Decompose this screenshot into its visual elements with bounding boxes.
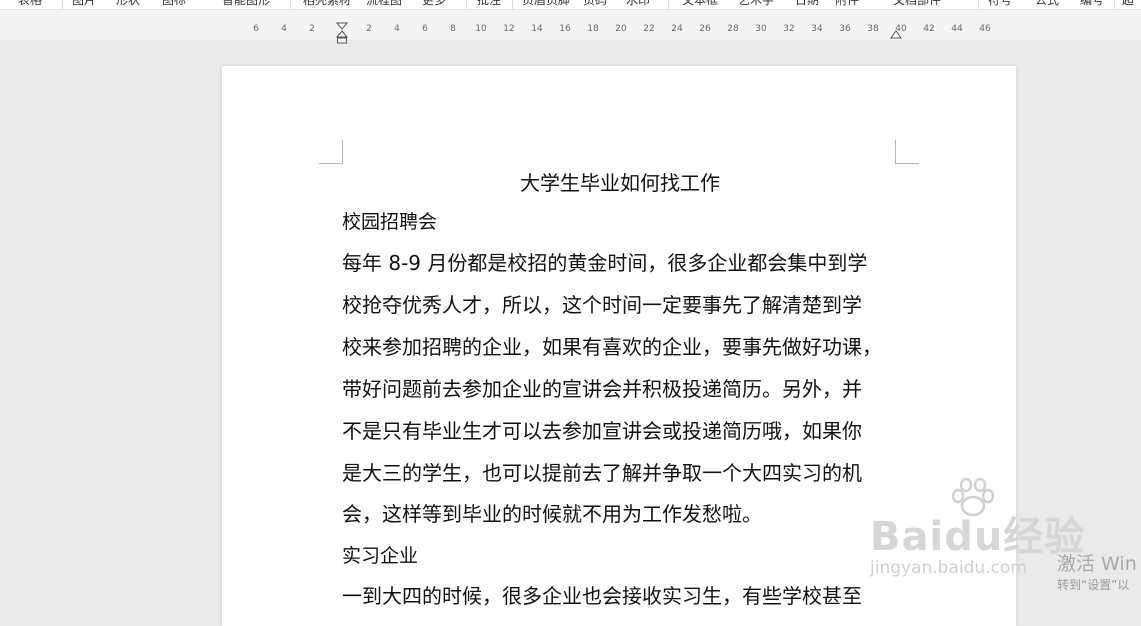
paragraph-line: 带好问题前去参加企业的宣讲会并积极投递简历。另外，并 xyxy=(342,376,862,401)
ribbon-item-shape[interactable]: 形状 xyxy=(116,0,140,8)
ribbon-item-table[interactable]: 表格 xyxy=(18,0,42,8)
ribbon-item-comment[interactable]: 批注 xyxy=(477,0,501,8)
paragraph-line: 一到大四的时候，很多企业也会接收实习生，有些学校甚至 xyxy=(342,584,862,609)
ribbon-item-smartart[interactable]: 智能图形 xyxy=(222,0,270,8)
indent-marker-icon[interactable] xyxy=(336,22,348,44)
ribbon-separator xyxy=(668,0,669,9)
ribbon-toolbar: 表格 图片 形状 图标 智能图形 稻壳素材 流程图 更多 批注 页眉页脚 页码 … xyxy=(0,0,1141,10)
ribbon-item-wordart[interactable]: 艺术字 xyxy=(738,0,774,8)
ribbon-separator xyxy=(512,0,513,9)
paragraph-campus-recruitment: 每年 8-9 月份都是校招的黄金时间，很多企业都会集中到学 校抢夺优秀人才，所以… xyxy=(342,243,898,536)
ruler-tick: 12 xyxy=(503,24,515,34)
ruler-tick: 18 xyxy=(587,24,599,34)
ruler-tick: 4 xyxy=(281,24,287,34)
horizontal-ruler[interactable]: 6 4 2 2 4 6 8 10 12 14 16 18 20 22 24 26… xyxy=(0,10,1141,44)
ruler-tick: 22 xyxy=(643,24,655,34)
ribbon-separator xyxy=(1114,0,1115,9)
paragraph-line: 会，这样等到毕业的时候就不用为工作发愁啦。 xyxy=(342,502,762,527)
paragraph-line: 校来参加招聘的企业，如果有喜欢的企业，要事先做好功课， xyxy=(342,334,882,359)
baidu-jingyan-watermark: Baidu经验 jingyan.baidu.com xyxy=(870,478,1085,578)
ribbon-item-attachment[interactable]: 附件 xyxy=(835,0,859,8)
ruler-tick: 4 xyxy=(394,24,400,34)
windows-activation-notice: 激活 Win 转到“设置”以 xyxy=(1057,549,1137,593)
ribbon-item-page-number[interactable]: 页码 xyxy=(583,0,607,8)
ribbon-item-icon[interactable]: 图标 xyxy=(162,0,186,8)
ribbon-separator xyxy=(290,0,291,9)
ruler-tick: 44 xyxy=(951,24,963,34)
watermark-logo-text: Baidu经验 xyxy=(870,514,1086,560)
ribbon-item-overflow[interactable]: 超 xyxy=(1122,0,1134,8)
ribbon-item-textbox[interactable]: 文本框 xyxy=(682,0,718,8)
ruler-tick: 2 xyxy=(309,24,315,34)
ruler-tick: 26 xyxy=(699,24,711,34)
ribbon-separator xyxy=(466,0,467,9)
ruler-tick: 38 xyxy=(867,24,879,34)
ribbon-item-doc-parts[interactable]: 文档部件 xyxy=(893,0,941,8)
ruler-tick: 8 xyxy=(450,24,456,34)
right-indent-marker-icon[interactable] xyxy=(890,30,902,40)
ruler-tick: 14 xyxy=(531,24,543,34)
activation-title: 激活 Win xyxy=(1057,553,1137,575)
ruler-tick: 42 xyxy=(923,24,935,34)
paragraph-line: 不是只有毕业生才可以去参加宣讲会或投递简历哦，如果你 xyxy=(342,418,862,443)
ribbon-item-numbering[interactable]: 编号 xyxy=(1080,0,1104,8)
ruler-tick: 30 xyxy=(755,24,767,34)
margin-corner-mark xyxy=(319,140,343,164)
ribbon-item-formula[interactable]: 公式 xyxy=(1035,0,1059,8)
ribbon-item-symbol[interactable]: 符号 xyxy=(988,0,1012,8)
ribbon-item-materials[interactable]: 稻壳素材 xyxy=(303,0,351,8)
ruler-tick: 46 xyxy=(979,24,991,34)
ruler-tick: 20 xyxy=(615,24,627,34)
section-heading-campus-recruitment: 校园招聘会 xyxy=(342,211,438,233)
ruler-tick: 6 xyxy=(422,24,428,34)
paragraph-line: 是大三的学生，也可以提前去了解并争取一个大四实习的机 xyxy=(342,460,862,485)
ribbon-item-date[interactable]: 日期 xyxy=(795,0,819,8)
ribbon-separator xyxy=(978,0,979,9)
ruler-tick: 2 xyxy=(366,24,372,34)
ribbon-item-flowchart[interactable]: 流程图 xyxy=(366,0,402,8)
ribbon-item-header-footer[interactable]: 页眉页脚 xyxy=(522,0,570,8)
ribbon-item-picture[interactable]: 图片 xyxy=(72,0,96,8)
ribbon-item-watermark[interactable]: 水印 xyxy=(626,0,650,8)
paragraph-line: 每年 8-9 月份都是校招的黄金时间，很多企业都会集中到学 xyxy=(342,251,868,275)
ruler-tick: 34 xyxy=(811,24,823,34)
document-title: 大学生毕业如何找工作 xyxy=(520,171,720,195)
ruler-tick: 16 xyxy=(559,24,571,34)
ribbon-separator xyxy=(62,0,63,9)
ruler-tick: 6 xyxy=(253,24,259,34)
document-body[interactable]: 大学生毕业如何找工作 校园招聘会 每年 8-9 月份都是校招的黄金时间，很多企业… xyxy=(342,165,898,617)
ruler-tick: 32 xyxy=(783,24,795,34)
section-heading-internship: 实习企业 xyxy=(342,545,419,568)
paragraph-line: 校抢夺优秀人才，所以，这个时间一定要事先了解清楚到学 xyxy=(342,292,862,317)
ruler-tick: 10 xyxy=(475,24,487,34)
ribbon-item-more[interactable]: 更多 xyxy=(422,0,446,8)
margin-corner-mark xyxy=(895,140,919,164)
activation-subtitle: 转到“设置”以 xyxy=(1057,578,1130,592)
ruler-tick: 28 xyxy=(727,24,739,34)
ruler-tick: 24 xyxy=(671,24,683,34)
ruler-tick: 36 xyxy=(839,24,851,34)
